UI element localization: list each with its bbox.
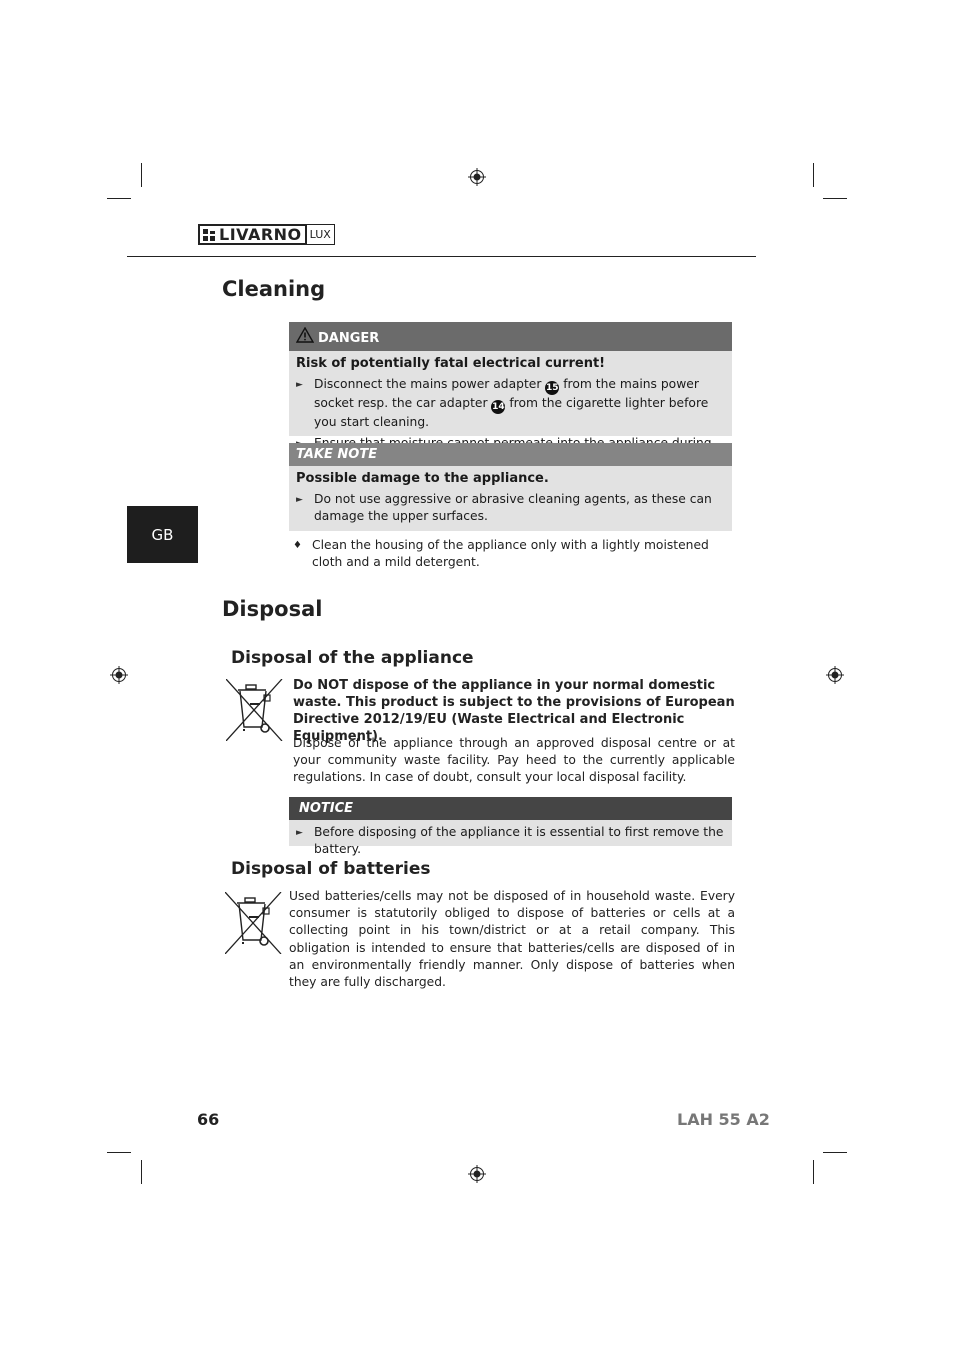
arrow-bullet-icon: ► [296, 828, 303, 838]
list-item: ► Do not use aggressive or abrasive clea… [296, 491, 725, 525]
arrow-bullet-icon: ► [296, 380, 303, 390]
battery-disposal-text: Used batteries/cells may not be disposed… [289, 889, 735, 990]
subsection-title-appliance: Disposal of the appliance [231, 648, 474, 668]
model-number: LAH 55 A2 [677, 1110, 770, 1129]
registration-mark-icon [110, 666, 128, 684]
crop-mark [823, 198, 847, 199]
danger-lead: Risk of potentially fatal electrical cur… [296, 356, 606, 371]
language-tab: GB [127, 506, 198, 563]
crossed-out-bin-icon [225, 892, 282, 954]
crop-mark [813, 1160, 814, 1184]
danger-box: DANGER Risk of potentially fatal electri… [289, 322, 732, 467]
crossed-out-bin-icon [226, 679, 283, 741]
registration-mark-icon [468, 168, 486, 186]
crop-mark [107, 1152, 131, 1153]
part-number-badge: 14 [491, 400, 506, 414]
instruction-text: Clean the housing of the appliance only … [312, 538, 709, 570]
diamond-bullet-icon: ♦ [293, 540, 302, 551]
notice-box: NOTICE ► Before disposing of the applian… [289, 797, 732, 856]
notice-header: NOTICE [289, 797, 732, 820]
brand-name: LIVARNO [219, 225, 302, 244]
warning-triangle-icon [296, 326, 314, 343]
appliance-disposal-text: Dispose of the appliance through an appr… [293, 736, 735, 785]
danger-label: DANGER [318, 331, 380, 346]
take-note-header: TAKE NOTE [289, 443, 732, 466]
crop-mark [107, 198, 131, 199]
list-item: ► Disconnect the mains power adapter 15 … [296, 376, 725, 431]
section-title-disposal: Disposal [222, 597, 323, 621]
crop-mark [813, 163, 814, 187]
page-number: 66 [197, 1110, 220, 1129]
crop-mark [141, 1160, 142, 1184]
take-note-box: TAKE NOTE Possible damage to the applian… [289, 443, 732, 531]
brand-logo: LIVARNO LUX [198, 224, 335, 245]
take-note-lead: Possible damage to the appliance. [296, 471, 549, 486]
registration-mark-icon [826, 666, 844, 684]
arrow-bullet-icon: ► [296, 495, 303, 505]
list-item-text: Before disposing of the appliance it is … [314, 825, 724, 856]
list-item: ► Before disposing of the appliance it i… [296, 824, 725, 858]
instruction-item: ♦ Clean the housing of the appliance onl… [293, 537, 729, 571]
crop-mark [823, 1152, 847, 1153]
header-divider [127, 256, 756, 257]
registration-mark-icon [468, 1165, 486, 1183]
section-title-cleaning: Cleaning [222, 277, 326, 301]
list-item-text: Do not use aggressive or abrasive cleani… [314, 492, 712, 523]
part-number-badge: 15 [545, 381, 560, 395]
brand-suffix: LUX [306, 224, 335, 245]
list-item-text: Disconnect the mains power adapter 15 fr… [314, 377, 709, 429]
danger-header: DANGER [289, 322, 732, 351]
crop-mark [141, 163, 142, 187]
logo-mark-icon [203, 228, 215, 241]
subsection-title-batteries: Disposal of batteries [231, 859, 431, 879]
